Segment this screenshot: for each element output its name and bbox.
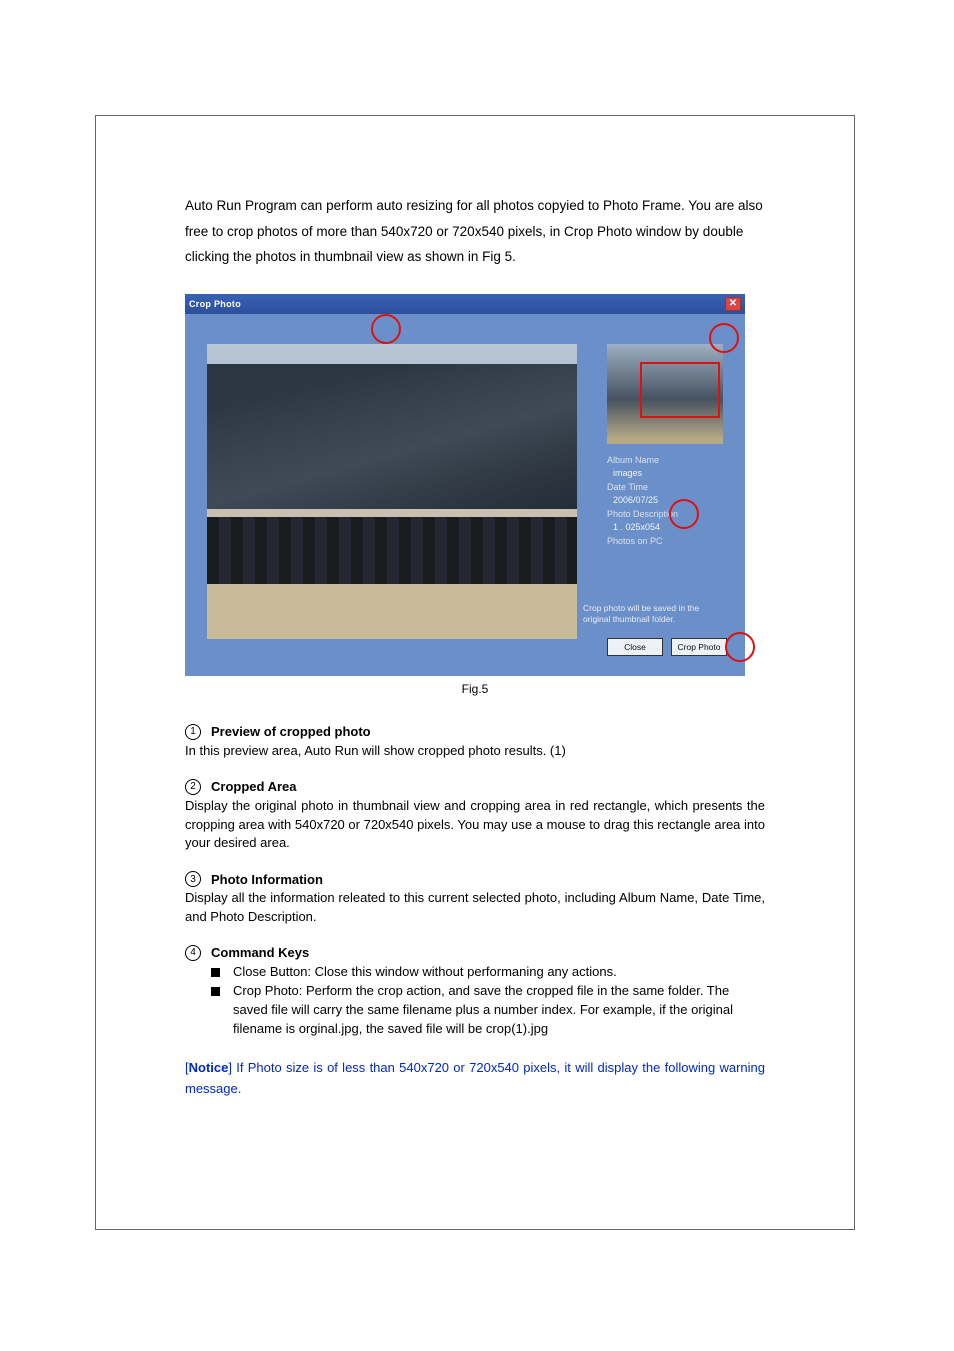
photo-info-panel: Album Name images Date Time 2006/07/25 P…: [607, 454, 723, 549]
window-title: Crop Photo: [189, 299, 241, 309]
close-button[interactable]: Close: [607, 638, 663, 656]
command-key-crop: Crop Photo: Perform the crop action, and…: [211, 982, 765, 1039]
crop-rectangle[interactable]: [640, 362, 720, 418]
command-keys-list: Close Button: Close this window without …: [185, 963, 765, 1038]
section-1-number-icon: 1: [185, 724, 201, 740]
section-3-head: 3 Photo Information: [185, 871, 765, 887]
date-time-value: 2006/07/25: [613, 494, 723, 508]
photos-on-pc-label: Photos on PC: [607, 535, 723, 549]
section-2-body: Display the original photo in thumbnail …: [185, 797, 765, 854]
photo-ground-shape: [207, 584, 577, 639]
section-1-body: In this preview area, Auto Run will show…: [185, 742, 765, 761]
section-2-number-icon: 2: [185, 779, 201, 795]
date-time-label: Date Time: [607, 481, 723, 495]
section-1-head: 1 Preview of cropped photo: [185, 724, 765, 740]
section-2-title: Cropped Area: [211, 779, 296, 794]
section-3-title: Photo Information: [211, 872, 323, 887]
crop-photo-window: Crop Photo ✕ Album Name images Date Time…: [185, 294, 745, 676]
notice-paragraph: [Notice] If Photo size is of less than 5…: [185, 1058, 765, 1098]
notice-word: Notice: [189, 1060, 229, 1075]
section-1-title: Preview of cropped photo: [211, 724, 371, 739]
album-name-value: images: [613, 467, 723, 481]
section-4-number-icon: 4: [185, 945, 201, 961]
annotation-circle-2: [709, 323, 739, 353]
photo-desc-value: 1 . 025x054: [613, 521, 723, 535]
preview-photo: [207, 344, 577, 639]
crop-photo-button[interactable]: Crop Photo: [671, 638, 727, 656]
annotation-circle-4: [725, 632, 755, 662]
photo-desc-label: Photo Description: [607, 508, 723, 522]
annotation-circle-3: [669, 499, 699, 529]
button-row: Close Crop Photo: [607, 638, 727, 656]
notice-text: If Photo size is of less than 540x720 or…: [185, 1060, 765, 1095]
thumbnail-photo: [607, 344, 723, 444]
window-titlebar: Crop Photo ✕: [185, 294, 745, 314]
close-icon[interactable]: ✕: [725, 297, 741, 311]
photo-roof-shape: [207, 364, 577, 514]
section-4-title: Command Keys: [211, 945, 309, 960]
section-4-head: 4 Command Keys: [185, 945, 765, 961]
figure-caption: Fig.5: [185, 682, 765, 696]
annotation-circle-1: [371, 314, 401, 344]
section-2-head: 2 Cropped Area: [185, 779, 765, 795]
command-key-close: Close Button: Close this window without …: [211, 963, 765, 982]
save-note: Crop photo will be saved in the original…: [583, 603, 723, 626]
section-3-number-icon: 3: [185, 871, 201, 887]
section-3-body: Display all the information releated to …: [185, 889, 765, 927]
page-content: Auto Run Program can perform auto resizi…: [185, 193, 765, 1099]
sections: 1 Preview of cropped photo In this previ…: [185, 724, 765, 1099]
intro-paragraph: Auto Run Program can perform auto resizi…: [185, 193, 765, 270]
album-name-label: Album Name: [607, 454, 723, 468]
